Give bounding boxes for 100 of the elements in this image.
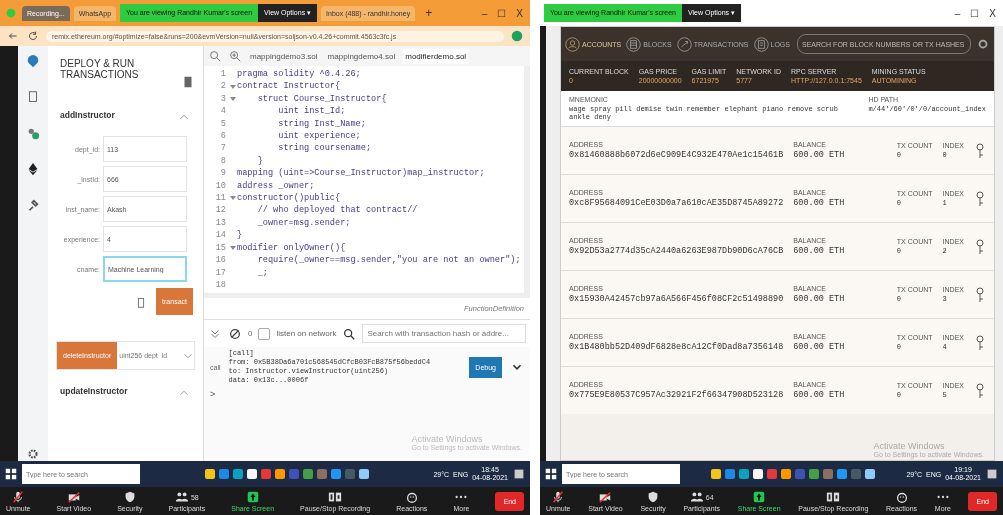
line-number: 12	[214, 204, 227, 217]
window-control-button[interactable]: –	[951, 7, 964, 19]
file-tab[interactable]: mappingdemo3.sol	[248, 48, 320, 64]
window-control-button[interactable]: ☐	[494, 7, 510, 19]
panel-title: DEPLOY & RUN TRANSACTIONS	[60, 58, 140, 80]
key-icon[interactable]	[974, 238, 986, 255]
account-address: 0x15930A42457cb97a6A566F456f08CF2c51498890	[569, 294, 784, 304]
crossed-camera-icon	[66, 490, 81, 504]
code-line: _;	[256, 266, 268, 279]
line-number: 17	[214, 266, 227, 279]
reload-icon	[26, 29, 40, 43]
person-icon	[565, 36, 580, 52]
profile-avatar-icon	[510, 29, 524, 43]
window-control-button[interactable]: X	[513, 7, 526, 19]
code-line: require(_owner==msg.sender,"you are not an owner");	[256, 254, 521, 267]
account-address: 0x92D53a2774d35cA2440a6263E987Db90D6cA76CB	[569, 246, 784, 256]
code-line: string Inst_Name;	[277, 117, 366, 131]
line-number: 16	[214, 254, 227, 267]
code-line: uint experience;	[277, 130, 361, 143]
account-balance: 600.00 ETH	[793, 246, 845, 256]
key-icon[interactable]	[974, 142, 986, 159]
function-name: updateInstructor	[60, 386, 128, 398]
arrows-icon	[676, 36, 692, 52]
line-number: 11	[214, 192, 227, 205]
taskbar-app-icon[interactable]	[865, 469, 876, 479]
taskbar-app-icon[interactable]	[358, 469, 369, 479]
file-tab[interactable]: mappingdemo4.sol	[325, 48, 398, 64]
status-dot-icon	[4, 6, 18, 20]
transaction-search-field[interactable]: Search with transaction hash or addre...	[362, 324, 526, 344]
key-icon[interactable]	[974, 286, 986, 303]
fold-caret-icon[interactable]	[230, 195, 236, 202]
new-tab-button[interactable]: +	[419, 5, 439, 21]
line-number: 3	[219, 92, 227, 106]
code-line: struct Course_Instructor{	[256, 92, 387, 106]
code-line: modifier onlyOwner(){	[237, 241, 346, 255]
account-address: 0x775E9E80537C957Ac32921F2f66347908D523128	[569, 390, 784, 400]
terminal-prompt: >	[209, 388, 217, 402]
windows-start-icon	[4, 467, 18, 481]
window-control-button[interactable]: ☐	[967, 7, 983, 19]
activation-title: Activate Windows	[873, 441, 946, 451]
code-line: uint inst_Id;	[277, 105, 346, 118]
taskbar-app-icon[interactable]	[246, 469, 257, 479]
account-balance: 600.00 ETH	[793, 198, 845, 208]
windows-start-icon	[544, 467, 558, 481]
taskbar-app-icon[interactable]	[753, 469, 764, 479]
muted-microphone-icon	[551, 490, 566, 504]
people-icon	[689, 490, 704, 504]
pending-count: 0	[248, 329, 253, 339]
account-address: 0x81460888b6072d6eC909E4C932E470Ae1c15461B	[569, 150, 784, 160]
pause-stop-icon	[826, 490, 841, 504]
taskbar-app-icon[interactable]	[711, 469, 722, 479]
fold-caret-icon[interactable]	[230, 244, 236, 251]
file-tab[interactable]: modifierdemo.sol	[403, 48, 469, 64]
line-number: 6	[219, 130, 227, 143]
code-line: // who deployed that contract//	[256, 204, 418, 217]
muted-microphone-icon	[11, 490, 26, 504]
ethereum-icon	[26, 162, 40, 176]
people-icon	[174, 490, 189, 504]
taskbar-app-icon[interactable]	[781, 469, 792, 479]
code-line: _owner=msg.sender;	[256, 216, 351, 230]
smiley-icon	[404, 490, 419, 504]
line-number: 5	[219, 117, 227, 131]
line-number: 9	[219, 167, 227, 180]
function-name: addInstructor	[60, 110, 115, 122]
line-number: 18	[214, 278, 227, 292]
window-control-button[interactable]: –	[478, 7, 491, 19]
settings-icon	[26, 447, 40, 461]
remix-logo-icon	[26, 54, 40, 68]
crossed-camera-icon	[598, 490, 613, 504]
line-number: 13	[214, 216, 227, 230]
checkbox-label: listen on network	[276, 329, 337, 339]
taskbar-app-icon[interactable]	[204, 469, 215, 479]
code-line: mapping (uint=>Course_Instructor)map_instructor;	[237, 167, 485, 180]
line-number: 7	[219, 142, 227, 155]
line-number: 1	[219, 68, 227, 81]
document-icon	[753, 36, 769, 52]
pause-stop-icon	[328, 490, 343, 504]
fold-caret-icon[interactable]	[230, 83, 236, 90]
zoom-out-icon	[208, 49, 222, 63]
line-number: 2	[219, 80, 227, 93]
code-line: string coursename;	[277, 142, 372, 155]
key-icon[interactable]	[974, 190, 986, 207]
zoom-in-icon	[228, 49, 242, 63]
listen-checkbox[interactable]	[258, 327, 271, 340]
line-number: 4	[219, 105, 227, 118]
code-line: }	[237, 229, 243, 242]
code-line: pragma solidity ^0.4.26;	[237, 68, 361, 81]
fold-caret-icon[interactable]	[230, 96, 236, 102]
taskbar-app-icon[interactable]	[274, 469, 285, 479]
line-number: 15	[214, 241, 227, 255]
account-balance: 600.00 ETH	[793, 342, 845, 352]
account-address: 0x1B480bb52D409dF6828e8cA12Cf0Dad8a7356148	[569, 342, 784, 352]
clear-icon	[228, 326, 242, 341]
grid-icon	[626, 36, 642, 52]
key-icon[interactable]	[974, 382, 986, 399]
line-number: 8	[219, 154, 227, 168]
code-line: contract Instructor{	[237, 80, 341, 93]
window-control-button[interactable]: X	[986, 7, 999, 19]
key-icon[interactable]	[974, 334, 986, 351]
account-balance: 600.00 ETH	[793, 390, 845, 400]
